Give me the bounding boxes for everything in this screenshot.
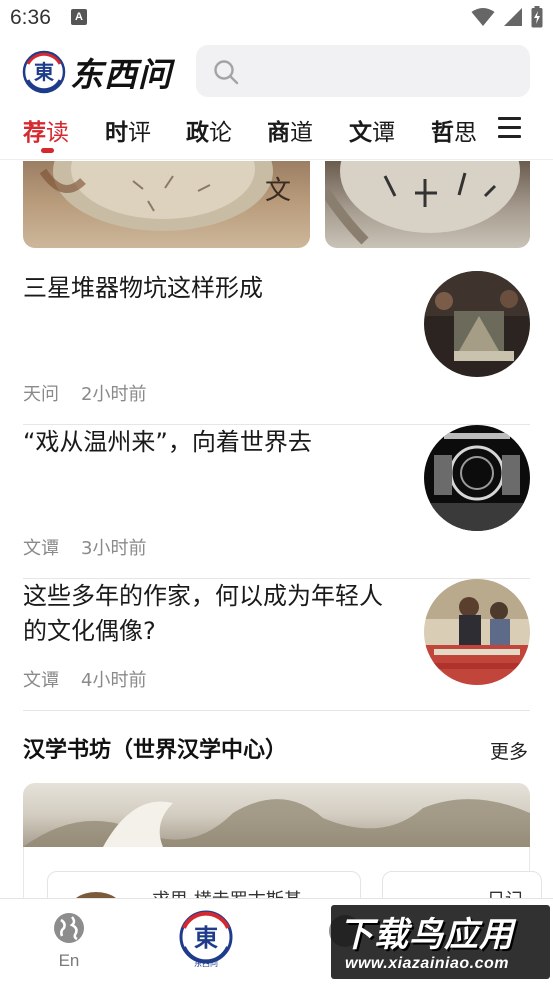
logo-emblem-icon: 東	[22, 50, 66, 94]
tab-business[interactable]: 商道	[267, 113, 313, 147]
tab-recommended[interactable]: 荐读	[23, 113, 69, 147]
nav-home[interactable]: 東 东西问	[177, 910, 235, 968]
status-time: 6:36	[10, 6, 51, 29]
article-meta: 文谭 3小时前	[23, 534, 146, 560]
tab-label-first: 商	[267, 120, 290, 146]
article-meta: 天问 2小时前	[23, 380, 146, 406]
article-thumbnail-art	[424, 425, 530, 531]
watermark-url: www.xiazainiao.com	[345, 955, 510, 972]
app-header: 東 东西问	[0, 42, 553, 100]
nav-english-label: En	[58, 951, 80, 970]
notification-icon: A	[71, 9, 87, 25]
tab-label-first: 荐	[23, 120, 46, 146]
article-meta: 文谭 4小时前	[23, 666, 146, 692]
article-thumbnail-art	[424, 271, 530, 377]
tab-politics[interactable]: 政论	[186, 113, 232, 147]
signal-icon	[504, 8, 522, 26]
watermark-main: 下载鸟应用	[339, 915, 514, 955]
tab-commentary[interactable]: 时评	[105, 113, 151, 147]
logo-text: 东西问	[70, 55, 172, 94]
battery-charging-icon	[531, 6, 543, 28]
article-source: 文谭	[23, 538, 59, 559]
wifi-icon	[471, 8, 495, 26]
section-banner[interactable]	[23, 783, 530, 847]
list-item[interactable]: 这些多年的作家，何以成为年轻人的文化偶像? 文谭 4小时前	[23, 579, 530, 711]
tab-label-first: 政	[186, 120, 209, 146]
active-tab-indicator	[41, 148, 54, 153]
tab-philosophy[interactable]: 哲思	[431, 113, 477, 147]
article-thumbnail	[424, 425, 530, 531]
tab-label-rest: 道	[290, 120, 313, 146]
article-thumbnail	[424, 271, 530, 377]
tab-label-rest: 思	[454, 120, 477, 146]
tab-label-first: 时	[105, 120, 128, 146]
list-item[interactable]: “戏从温州来”，向着世界去 文谭 3小时前	[23, 425, 530, 579]
app-logo[interactable]: 東 东西问	[22, 48, 172, 96]
article-time: 2小时前	[81, 384, 147, 405]
section-banner-art	[23, 799, 530, 847]
search-icon	[214, 60, 239, 85]
section-title: 汉学书坊（世界汉学中心）	[23, 738, 288, 763]
article-time: 3小时前	[81, 538, 147, 559]
home-emblem-icon: 東 东西问	[179, 910, 233, 968]
tab-label-first: 文	[349, 120, 372, 146]
article-source: 文谭	[23, 670, 59, 691]
article-thumbnail-art	[424, 579, 530, 685]
culture-mark: 文	[265, 176, 292, 206]
channel-tabs: 荐读 时评 政论 商道 文谭 哲思	[0, 108, 553, 160]
article-thumbnail	[424, 579, 530, 685]
watermark-overlay: 下载鸟应用 www.xiazainiao.com	[331, 905, 550, 979]
article-title: “戏从温州来”，向着世界去	[23, 428, 312, 456]
status-bar: 6:36 A	[0, 0, 553, 36]
article-title: 三星堆器物坑这样形成	[23, 274, 263, 302]
menu-icon[interactable]	[498, 117, 522, 139]
home-emblem-sub: 东西问	[194, 958, 218, 968]
nav-english[interactable]: En	[52, 911, 86, 971]
tab-label-rest: 谭	[372, 120, 395, 146]
tab-label-rest: 读	[46, 120, 69, 146]
article-source: 天问	[23, 384, 59, 405]
globe-icon	[54, 913, 84, 943]
article-title: 这些多年的作家，何以成为年轻人的文化偶像?	[23, 582, 383, 645]
article-time: 4小时前	[81, 670, 147, 691]
list-item[interactable]: 三星堆器物坑这样形成 天问 2小时前	[23, 271, 530, 425]
status-icons	[471, 6, 543, 28]
tab-label-rest: 论	[209, 120, 232, 146]
search-input[interactable]	[196, 45, 530, 97]
tab-culture[interactable]: 文谭	[349, 113, 395, 147]
tab-label-first: 哲	[431, 120, 454, 146]
svg-text:東: 東	[34, 60, 54, 84]
home-emblem-glyph: 東	[194, 923, 218, 952]
tab-label-rest: 评	[128, 120, 151, 146]
more-link[interactable]: 更多	[490, 737, 528, 764]
